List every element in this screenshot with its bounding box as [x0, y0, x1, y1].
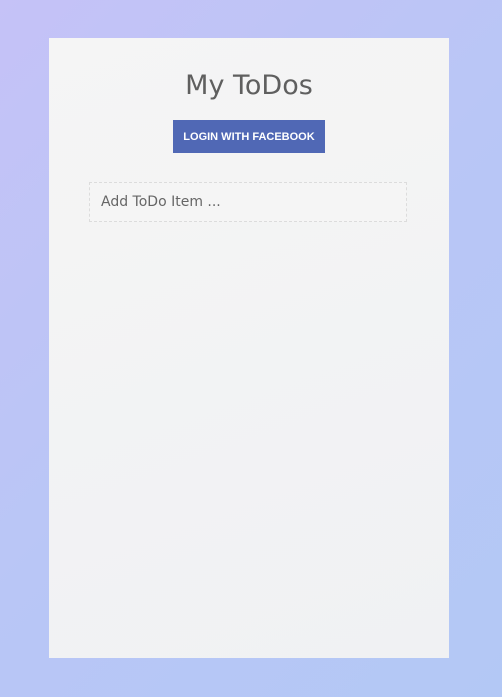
login-with-facebook-button[interactable]: LOGIN WITH FACEBOOK: [173, 120, 325, 153]
add-todo-input[interactable]: [89, 182, 407, 222]
page-title: My ToDos: [185, 70, 313, 101]
todo-card: My ToDos LOGIN WITH FACEBOOK: [49, 38, 449, 658]
